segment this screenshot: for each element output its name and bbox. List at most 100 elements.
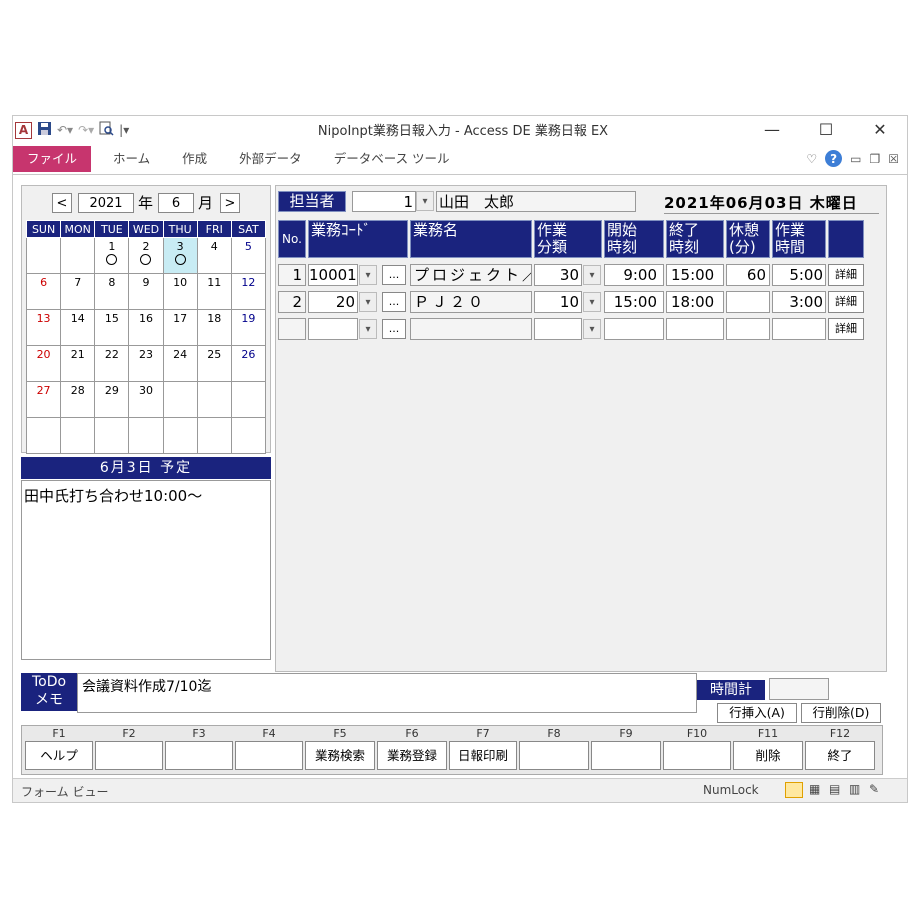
function-key-button[interactable] (663, 741, 731, 770)
start-time-field[interactable] (604, 318, 664, 340)
calendar-day[interactable]: 23 (128, 345, 164, 382)
category-field[interactable] (534, 318, 582, 340)
calendar-day[interactable]: 14 (60, 309, 96, 346)
function-key-button[interactable] (519, 741, 589, 770)
category-field[interactable]: 10 (534, 291, 582, 313)
prev-month-button[interactable]: < (52, 193, 72, 213)
function-key-button[interactable]: 終了 (805, 741, 875, 770)
doc-restore-icon[interactable]: ❐ (869, 152, 880, 166)
tab-file[interactable]: ファイル (13, 146, 92, 172)
calendar-day[interactable]: 17 (162, 309, 198, 346)
function-key-button[interactable]: 削除 (733, 741, 803, 770)
function-key-button[interactable] (165, 741, 233, 770)
close-icon[interactable]: ✕ (853, 116, 907, 144)
function-key-button[interactable] (235, 741, 303, 770)
tab-database-tools[interactable]: データベース ツール (318, 146, 466, 172)
insert-row-button[interactable]: 行挿入(A) (717, 703, 797, 723)
calendar-day[interactable]: 29 (94, 381, 130, 418)
calendar-day[interactable]: 16 (128, 309, 164, 346)
doc-close-icon[interactable]: ☒ (888, 152, 899, 166)
tab-create[interactable]: 作成 (166, 146, 223, 172)
calendar-day[interactable]: 30 (128, 381, 164, 418)
code-dropdown-icon[interactable]: ▾ (359, 319, 377, 339)
rest-minutes-field[interactable]: 60 (726, 264, 770, 286)
end-time-field[interactable] (666, 318, 724, 340)
calendar-day[interactable]: 13 (25, 309, 62, 346)
calendar-day[interactable]: 1 (94, 237, 130, 274)
calendar-day[interactable]: 24 (162, 345, 198, 382)
design-view-icon[interactable]: ▥ (849, 782, 860, 796)
todo-memo-field[interactable]: 会議資料作成7/10迄 (77, 673, 697, 713)
datasheet-view-icon[interactable]: ▦ (809, 782, 820, 796)
customize-toolbar-icon[interactable]: |▾ (119, 123, 129, 137)
design-edit-icon[interactable]: ✎ (869, 782, 879, 796)
calendar-day[interactable]: 15 (94, 309, 130, 346)
calendar-day[interactable]: 6 (25, 273, 62, 310)
calendar-day[interactable]: 3 (162, 237, 198, 274)
detail-button[interactable]: 詳細 (828, 318, 864, 340)
month-field[interactable]: 6 (158, 193, 194, 213)
form-view-icon[interactable] (785, 782, 803, 798)
help-icon[interactable]: ? (825, 150, 843, 167)
end-time-field[interactable]: 15:00 (666, 264, 724, 286)
next-month-button[interactable]: > (220, 193, 240, 213)
category-field[interactable]: 30 (534, 264, 582, 286)
code-field[interactable]: 10001 (308, 264, 358, 286)
category-dropdown-icon[interactable]: ▾ (583, 319, 601, 339)
detail-button[interactable]: 詳細 (828, 264, 864, 286)
calendar-day[interactable]: 4 (196, 237, 232, 274)
calendar-day[interactable]: 25 (196, 345, 232, 382)
calendar-day[interactable]: 18 (196, 309, 232, 346)
print-preview-icon[interactable] (99, 121, 114, 139)
function-key-button[interactable] (591, 741, 661, 770)
doc-minimize-icon[interactable]: ▭ (850, 152, 861, 166)
start-time-field[interactable]: 9:00 (604, 264, 664, 286)
category-dropdown-icon[interactable]: ▾ (583, 292, 601, 312)
staff-id-field[interactable]: 1 (352, 191, 416, 212)
ribbon-collapse-icon[interactable]: ♡ (806, 152, 817, 166)
delete-row-button[interactable]: 行削除(D) (801, 703, 881, 723)
rest-minutes-field[interactable] (726, 291, 770, 313)
redo-icon[interactable]: ↷▾ (78, 123, 94, 137)
code-field[interactable]: 20 (308, 291, 358, 313)
function-key-button[interactable]: 業務登録 (377, 741, 447, 770)
rest-minutes-field[interactable] (726, 318, 770, 340)
minimize-icon[interactable]: — (745, 116, 799, 144)
detail-button[interactable]: 詳細 (828, 291, 864, 313)
save-icon[interactable] (37, 121, 52, 139)
code-field[interactable] (308, 318, 358, 340)
calendar-day[interactable]: 21 (60, 345, 96, 382)
calendar-day[interactable]: 26 (230, 345, 267, 382)
access-app-icon[interactable]: A (15, 121, 32, 139)
calendar-day[interactable]: 10 (162, 273, 198, 310)
calendar-day[interactable]: 12 (230, 273, 267, 310)
code-search-button[interactable]: ... (382, 292, 406, 312)
calendar-day[interactable]: 20 (25, 345, 62, 382)
category-dropdown-icon[interactable]: ▾ (583, 265, 601, 285)
tab-external-data[interactable]: 外部データ (223, 146, 318, 172)
maximize-icon[interactable]: ☐ (799, 116, 853, 144)
calendar-day[interactable]: 22 (94, 345, 130, 382)
function-key-button[interactable]: ヘルプ (25, 741, 93, 770)
function-key-button[interactable] (95, 741, 163, 770)
code-search-button[interactable]: ... (382, 319, 406, 339)
calendar-day[interactable]: 9 (128, 273, 164, 310)
layout-view-icon[interactable]: ▤ (829, 782, 840, 796)
schedule-textbox[interactable]: 田中氏打ち合わせ10:00～ (21, 480, 271, 660)
calendar-day[interactable]: 2 (128, 237, 164, 274)
tab-home[interactable]: ホーム (97, 146, 166, 172)
calendar-day[interactable]: 27 (25, 381, 62, 418)
end-time-field[interactable]: 18:00 (666, 291, 724, 313)
code-search-button[interactable]: ... (382, 265, 406, 285)
undo-icon[interactable]: ↶▾ (57, 123, 73, 137)
calendar-day[interactable]: 7 (60, 273, 96, 310)
calendar-day[interactable]: 28 (60, 381, 96, 418)
code-dropdown-icon[interactable]: ▾ (359, 265, 377, 285)
calendar-day[interactable]: 8 (94, 273, 130, 310)
function-key-button[interactable]: 業務検索 (305, 741, 375, 770)
staff-dropdown-icon[interactable]: ▾ (416, 191, 434, 211)
function-key-button[interactable]: 日報印刷 (449, 741, 517, 770)
calendar-day[interactable]: 11 (196, 273, 232, 310)
calendar-day[interactable]: 5 (230, 237, 267, 274)
code-dropdown-icon[interactable]: ▾ (359, 292, 377, 312)
